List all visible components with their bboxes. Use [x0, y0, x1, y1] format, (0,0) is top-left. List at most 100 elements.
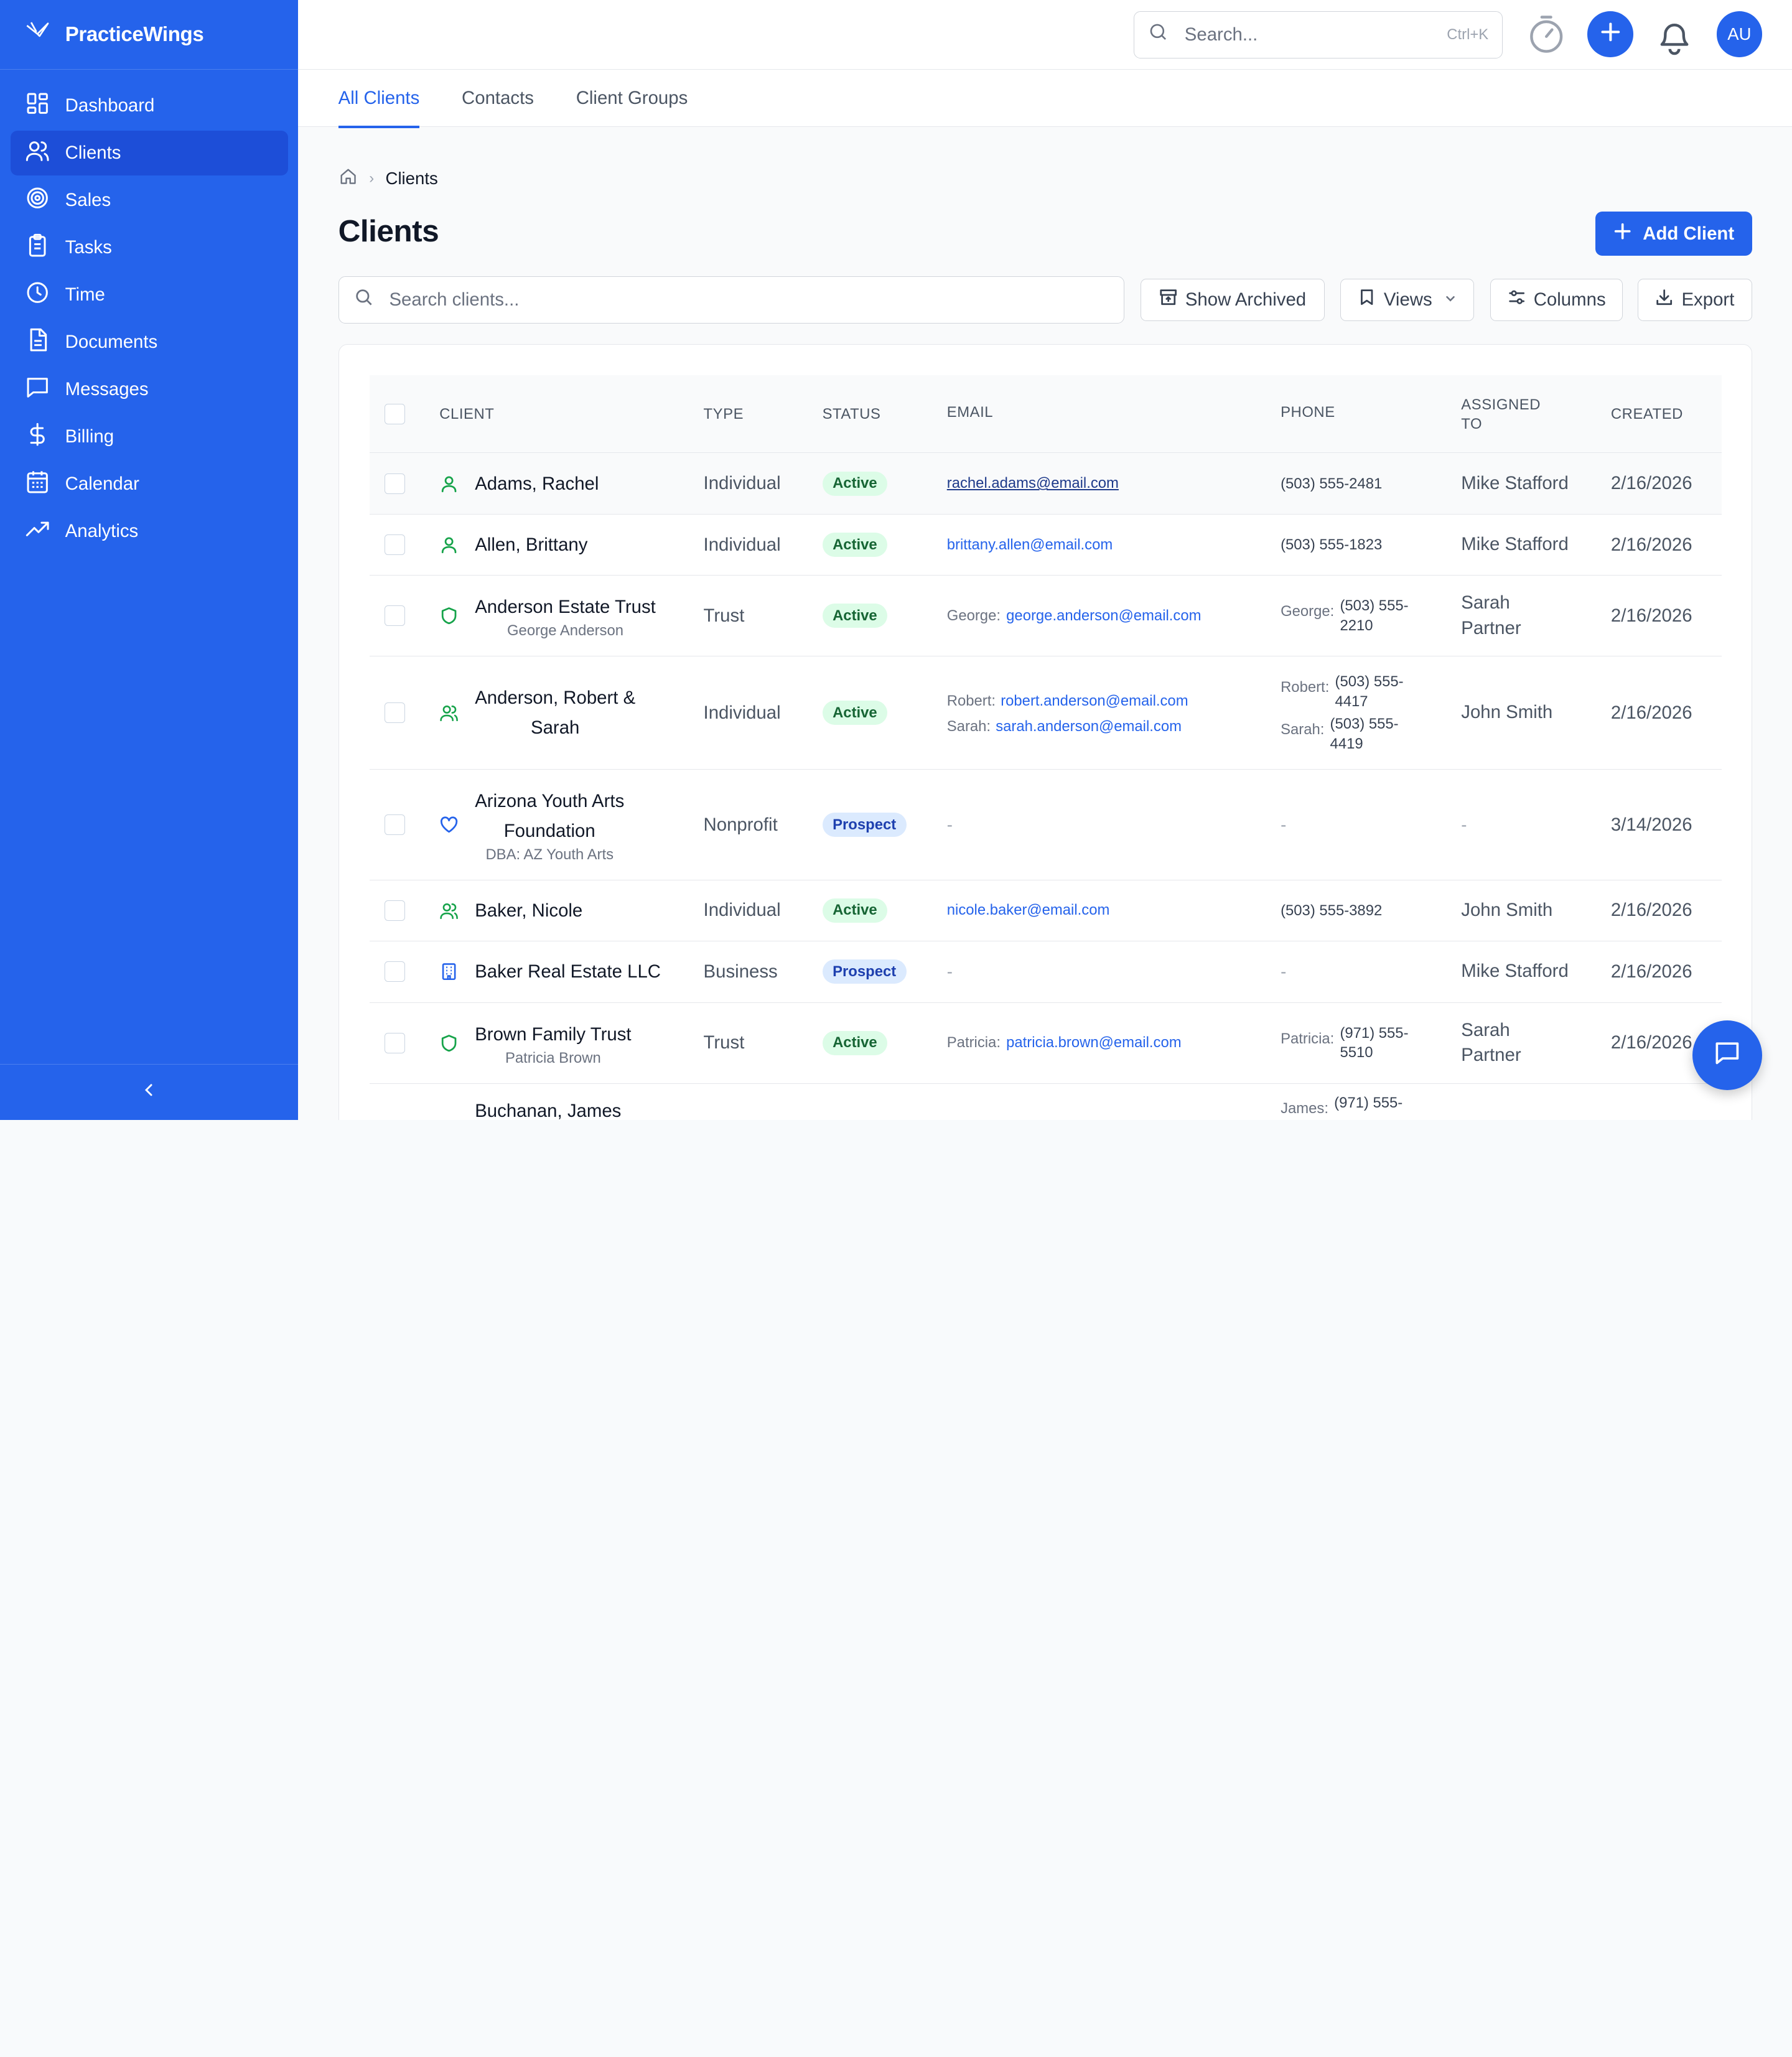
add-client-button[interactable]: Add Client — [1595, 211, 1752, 256]
table-row[interactable]: Arizona Youth Arts Foundation DBA: AZ Yo… — [370, 770, 1722, 881]
sidebar-item-sales[interactable]: Sales — [11, 178, 288, 223]
client-name-line-2[interactable]: Foundation — [504, 816, 595, 846]
email-link[interactable]: brittany.allen@email.com — [947, 536, 1113, 554]
row-checkbox[interactable] — [385, 880, 406, 940]
sidebar-item-calendar[interactable]: Calendar — [11, 462, 288, 506]
table-row[interactable]: Baker, Nicole Individual Active nicole.b… — [370, 880, 1722, 941]
row-checkbox[interactable] — [385, 515, 406, 574]
header-created[interactable]: CREATED — [1611, 375, 1683, 453]
created-date: 2/16/2026 — [1610, 473, 1692, 494]
tab-client-groups[interactable]: Client Groups — [576, 70, 688, 127]
columns-label: Columns — [1533, 289, 1606, 310]
row-checkbox[interactable] — [385, 576, 406, 656]
client-name-cell[interactable]: Buchanan, James — [475, 1070, 621, 1120]
sidebar-item-messages[interactable]: Messages — [11, 367, 288, 412]
table-row[interactable]: Adams, Rachel Individual Active rachel.a… — [370, 453, 1722, 515]
status-badge: Active — [822, 471, 888, 496]
show-archived-button[interactable]: Show Archived — [1141, 279, 1325, 322]
table-row[interactable]: Anderson Estate Trust George Anderson Tr… — [370, 576, 1722, 657]
header-client[interactable]: CLIENT — [439, 375, 494, 453]
app-root: PracticeWings Dashboard Clients Sales Ta… — [0, 0, 1792, 1120]
phone-empty: - — [1281, 814, 1287, 834]
user-avatar[interactable]: AU — [1716, 11, 1763, 57]
header-phone[interactable]: PHONE — [1281, 373, 1335, 451]
client-name-cell[interactable]: Baker Real Estate LLC — [475, 941, 661, 1002]
select-all-checkbox[interactable] — [385, 375, 406, 453]
views-dropdown[interactable]: Views — [1340, 279, 1475, 322]
client-name[interactable]: Brown Family Trust — [475, 1020, 631, 1050]
sidebar-item-label: Messages — [65, 379, 149, 400]
table-row[interactable]: Allen, Brittany Individual Active britta… — [370, 515, 1722, 576]
sidebar-item-label: Tasks — [65, 236, 112, 258]
table-row[interactable]: Anderson, Robert & Sarah Individual Acti… — [370, 656, 1722, 770]
row-checkbox[interactable] — [385, 1003, 406, 1083]
header-status[interactable]: STATUS — [823, 375, 881, 453]
table-row[interactable]: Buchanan, James James: (971) 555- — [370, 1084, 1722, 1120]
client-name[interactable]: Baker, Nicole — [475, 896, 582, 926]
global-search-input[interactable]: Search... Ctrl+K — [1134, 11, 1503, 58]
table-row[interactable]: Baker Real Estate LLC Business Prospect … — [370, 941, 1722, 1003]
status-badge: Prospect — [822, 813, 907, 837]
client-name-line-1[interactable]: Anderson, Robert & — [475, 683, 635, 713]
sidebar-item-documents[interactable]: Documents — [11, 320, 288, 365]
client-name-cell[interactable]: Allen, Brittany — [475, 515, 587, 574]
sidebar-item-label: Time — [65, 284, 105, 305]
client-name[interactable]: Baker Real Estate LLC — [475, 957, 661, 987]
email-link[interactable]: george.anderson@email.com — [1006, 607, 1201, 625]
export-button[interactable]: Export — [1637, 279, 1752, 322]
email-link[interactable]: rachel.adams@email.com — [947, 475, 1119, 492]
assigned-to: Mike Stafford — [1461, 961, 1569, 982]
chevron-down-icon — [1432, 289, 1457, 310]
client-name-line-1[interactable]: Arizona Youth Arts — [475, 786, 624, 816]
sidebar-item-dashboard[interactable]: Dashboard — [11, 83, 288, 128]
phone-value-line-2: 2210 — [1340, 617, 1373, 634]
chat-support-button[interactable] — [1692, 1020, 1763, 1091]
client-name-cell[interactable]: Baker, Nicole — [475, 880, 582, 940]
client-name-cell[interactable]: Anderson Estate Trust George Anderson — [475, 576, 656, 656]
client-name-cell[interactable]: Anderson, Robert & Sarah — [475, 656, 635, 769]
sidebar-item-label: Analytics — [65, 521, 139, 542]
sidebar-item-label: Billing — [65, 426, 114, 447]
client-search-input[interactable]: Search clients... — [338, 276, 1125, 324]
trending-icon — [25, 516, 65, 546]
sidebar-item-billing[interactable]: Billing — [11, 414, 288, 459]
timer-icon[interactable] — [1527, 14, 1566, 55]
row-checkbox[interactable] — [385, 770, 406, 880]
email-link[interactable]: patricia.brown@email.com — [1006, 1034, 1181, 1052]
email-link[interactable]: robert.anderson@email.com — [1001, 693, 1188, 709]
client-name[interactable]: Anderson Estate Trust — [475, 592, 656, 622]
header-email[interactable]: EMAIL — [947, 373, 993, 451]
status-badge: Active — [822, 604, 888, 628]
client-name[interactable]: Allen, Brittany — [475, 530, 587, 560]
client-type: Individual — [703, 702, 781, 723]
sidebar: PracticeWings Dashboard Clients Sales Ta… — [0, 0, 299, 1120]
show-archived-label: Show Archived — [1185, 289, 1307, 310]
brand[interactable]: PracticeWings — [0, 0, 299, 70]
row-checkbox[interactable] — [385, 941, 406, 1002]
client-name[interactable]: Buchanan, James — [475, 1096, 621, 1120]
sidebar-item-time[interactable]: Time — [11, 273, 288, 317]
client-name[interactable]: Adams, Rachel — [475, 469, 599, 499]
header-type[interactable]: TYPE — [704, 375, 744, 453]
quick-add-button[interactable] — [1587, 11, 1633, 57]
sidebar-item-tasks[interactable]: Tasks — [11, 225, 288, 270]
tab-contacts[interactable]: Contacts — [462, 70, 534, 127]
created-date: 2/16/2026 — [1610, 605, 1692, 626]
collapse-sidebar-button[interactable] — [0, 1063, 299, 1120]
notifications-bell-icon[interactable] — [1654, 12, 1695, 56]
email-link[interactable]: nicole.baker@email.com — [947, 902, 1110, 919]
client-name-cell[interactable]: Arizona Youth Arts Foundation DBA: AZ Yo… — [475, 770, 624, 880]
row-checkbox[interactable] — [385, 656, 406, 769]
tab-all-clients[interactable]: All Clients — [338, 70, 420, 128]
sidebar-item-clients[interactable]: Clients — [10, 131, 288, 175]
sidebar-item-analytics[interactable]: Analytics — [11, 509, 288, 554]
columns-button[interactable]: Columns — [1490, 279, 1623, 322]
home-icon[interactable] — [338, 167, 358, 190]
clients-table-card: CLIENT TYPE STATUS EMAIL PHONE ASSIGNED … — [338, 343, 1752, 1120]
client-name-line-2[interactable]: Sarah — [531, 713, 579, 743]
phone-cell: Robert: (503) 555- 4417 Sarah: (503) 555… — [1281, 656, 1404, 769]
client-name-cell[interactable]: Adams, Rachel — [475, 453, 599, 514]
email-link[interactable]: sarah.anderson@email.com — [996, 718, 1182, 735]
row-checkbox[interactable] — [385, 453, 406, 514]
header-assigned-to[interactable]: ASSIGNED TO — [1461, 375, 1541, 453]
